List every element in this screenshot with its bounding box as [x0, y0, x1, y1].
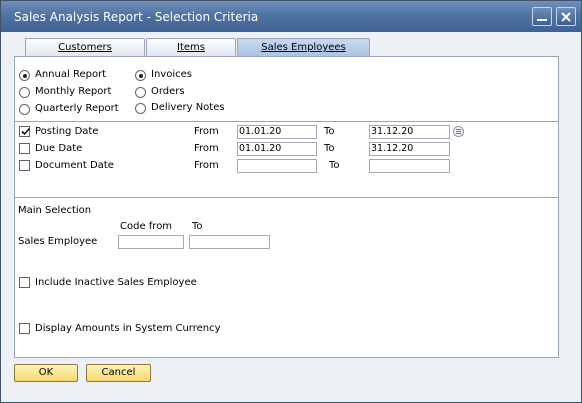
separator — [15, 121, 558, 122]
radio-delivery-notes[interactable] — [135, 103, 146, 114]
tab-items[interactable]: Items — [146, 38, 236, 57]
minimize-icon — [537, 19, 547, 21]
posting-date-checkbox[interactable] — [19, 126, 31, 137]
separator — [15, 197, 558, 198]
tab-customers[interactable]: Customers — [25, 38, 145, 57]
radio-orders[interactable] — [135, 87, 146, 98]
document-date-checkbox[interactable] — [19, 160, 30, 171]
radio-annual-report[interactable] — [19, 70, 30, 81]
include-inactive-checkbox[interactable] — [19, 277, 30, 288]
due-to-label: To — [324, 143, 335, 154]
due-date-label: Due Date — [35, 143, 83, 154]
document-date-label: Document Date — [35, 160, 114, 171]
due-date-checkbox[interactable] — [19, 143, 30, 154]
system-currency-label: Display Amounts in System Currency — [35, 323, 221, 334]
tab-label: Customers — [58, 42, 112, 53]
list-icon[interactable] — [453, 126, 464, 137]
due-from-label: From — [194, 143, 219, 154]
include-inactive-label: Include Inactive Sales Employee — [35, 277, 197, 288]
radio-quarterly-report[interactable] — [19, 104, 30, 115]
radio-invoices[interactable] — [135, 70, 146, 81]
posting-date-label: Posting Date — [35, 126, 99, 137]
cancel-button[interactable]: Cancel — [86, 364, 151, 382]
annual-report-label: Annual Report — [35, 69, 107, 80]
main-selection-title: Main Selection — [18, 205, 92, 216]
delivery-notes-label: Delivery Notes — [151, 102, 225, 113]
close-button[interactable] — [556, 7, 576, 26]
posting-date-to-input[interactable]: 31.12.20 — [369, 125, 450, 139]
quarterly-report-label: Quarterly Report — [35, 103, 119, 114]
tab-label: Sales Employees — [261, 42, 346, 53]
posting-to-label: To — [324, 126, 335, 137]
check-icon — [21, 127, 31, 136]
code-from-label: Code from — [120, 221, 173, 232]
tab-sales-employees[interactable]: Sales Employees — [237, 38, 370, 57]
sales-employee-code-to-input[interactable] — [189, 235, 270, 249]
document-to-label: To — [329, 160, 340, 171]
posting-date-from-input[interactable]: 01.01.20 — [237, 125, 317, 139]
invoices-label: Invoices — [151, 69, 192, 80]
monthly-report-label: Monthly Report — [35, 86, 112, 97]
document-date-to-input[interactable] — [369, 159, 450, 173]
sales-employee-code-from-input[interactable] — [118, 235, 184, 249]
minimize-button[interactable] — [532, 7, 552, 26]
close-icon — [561, 12, 571, 22]
title-bar[interactable]: Sales Analysis Report - Selection Criter… — [1, 1, 581, 32]
tab-label: Items — [177, 42, 205, 53]
ok-button[interactable]: OK — [14, 364, 78, 382]
radio-monthly-report[interactable] — [19, 87, 30, 98]
orders-label: Orders — [151, 86, 185, 97]
document-date-from-input[interactable] — [237, 159, 317, 173]
system-currency-checkbox[interactable] — [19, 323, 30, 334]
sales-employee-label: Sales Employee — [18, 236, 98, 247]
due-date-from-input[interactable]: 01.01.20 — [237, 142, 317, 156]
due-date-to-input[interactable]: 31.12.20 — [369, 142, 450, 156]
dialog-window: Sales Analysis Report - Selection Criter… — [0, 0, 582, 403]
window-title: Sales Analysis Report - Selection Criter… — [14, 10, 259, 24]
code-to-label: To — [192, 221, 203, 232]
document-from-label: From — [194, 160, 219, 171]
posting-from-label: From — [194, 126, 219, 137]
criteria-panel — [14, 56, 559, 358]
